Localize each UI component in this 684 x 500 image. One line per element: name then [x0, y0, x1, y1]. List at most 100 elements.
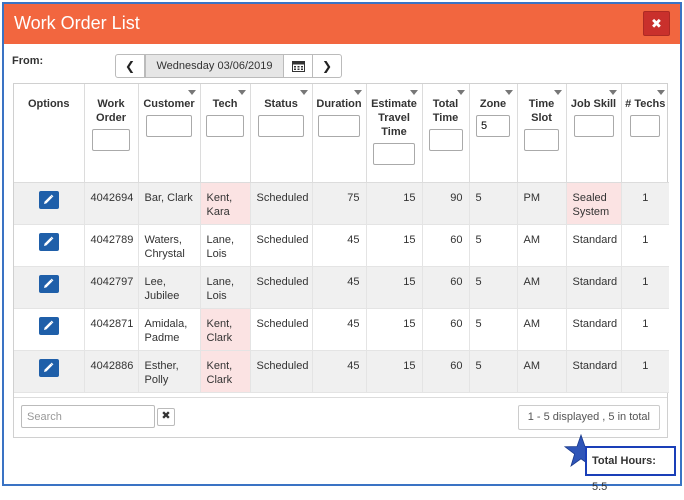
chevron-down-icon[interactable]	[504, 90, 513, 95]
chevron-down-icon[interactable]	[299, 90, 308, 95]
column-header-num-techs[interactable]: # Techs	[621, 84, 669, 183]
next-date-button[interactable]: ❯	[312, 54, 342, 78]
table-row[interactable]: 4042871 Amidala, Padme Kent, Clark Sched…	[14, 308, 669, 351]
total-time-cell: 60	[422, 308, 470, 351]
column-header-status[interactable]: Status	[250, 84, 313, 183]
status-cell: Scheduled	[250, 350, 313, 393]
options-cell	[14, 266, 85, 309]
filter-travel-input[interactable]	[373, 143, 415, 165]
edit-button[interactable]	[38, 190, 59, 209]
column-label: # Techs	[625, 98, 666, 110]
pencil-icon	[44, 320, 54, 330]
column-header-duration[interactable]: Duration	[312, 84, 367, 183]
edit-button[interactable]	[38, 358, 59, 377]
work-order-grid: Options Work Order Customer Tech Status …	[13, 83, 669, 438]
clear-search-button[interactable]: ✖	[157, 408, 175, 426]
total-hours-box: Total Hours: 5.5	[585, 446, 676, 493]
column-label: Duration	[316, 98, 362, 110]
column-label: Total Time	[432, 98, 459, 124]
num-techs-cell: 1	[621, 182, 669, 225]
work-order-cell: 4042886	[84, 350, 139, 393]
options-cell	[14, 224, 85, 267]
chevron-down-icon[interactable]	[237, 90, 246, 95]
filter-duration-input[interactable]	[318, 115, 360, 137]
zone-cell: 5	[469, 266, 518, 309]
pencil-icon	[44, 278, 54, 288]
calendar-icon	[291, 61, 305, 72]
close-button[interactable]: ✖	[643, 11, 670, 36]
search-input[interactable]	[21, 405, 155, 428]
time-slot-cell: PM	[517, 182, 567, 225]
table-row[interactable]: 4042789 Waters, Chrystal Lane, Lois Sche…	[14, 224, 669, 267]
tech-cell: Lane, Lois	[200, 224, 251, 267]
header-row: Options Work Order Customer Tech Status …	[14, 84, 669, 183]
column-label: Zone	[479, 98, 507, 110]
tech-cell: Kent, Clark	[200, 308, 251, 351]
column-header-tech[interactable]: Tech	[200, 84, 251, 183]
table-row[interactable]: 4042886 Esther, Polly Kent, Clark Schedu…	[14, 350, 669, 393]
chevron-down-icon[interactable]	[187, 90, 196, 95]
chevron-down-icon[interactable]	[657, 90, 665, 95]
filter-time-slot-input[interactable]	[524, 129, 559, 151]
filter-tech-input[interactable]	[206, 115, 244, 137]
edit-button[interactable]	[38, 274, 59, 293]
column-header-time-slot[interactable]: Time Slot	[517, 84, 567, 183]
previous-date-button[interactable]: ❮	[115, 54, 145, 78]
column-label: Work Order	[96, 98, 126, 124]
travel-time-cell: 15	[366, 308, 423, 351]
travel-time-cell: 15	[366, 266, 423, 309]
edit-button[interactable]	[38, 316, 59, 335]
column-label: Tech	[212, 98, 238, 110]
table-row[interactable]: 4042694 Bar, Clark Kent, Kara Scheduled …	[14, 182, 669, 225]
total-hours-value: 5.5	[592, 481, 608, 493]
job-skill-cell: Standard	[566, 266, 622, 309]
column-header-zone[interactable]: Zone	[469, 84, 518, 183]
total-time-cell: 60	[422, 350, 470, 393]
chevron-right-icon: ❯	[321, 59, 333, 73]
pencil-icon	[44, 236, 54, 246]
duration-cell: 45	[312, 350, 367, 393]
status-cell: Scheduled	[250, 224, 313, 267]
chevron-down-icon[interactable]	[608, 90, 617, 95]
close-icon: ✖	[161, 410, 171, 422]
status-cell: Scheduled	[250, 266, 313, 309]
tech-cell: Lane, Lois	[200, 266, 251, 309]
column-header-customer[interactable]: Customer	[138, 84, 201, 183]
chevron-left-icon: ❮	[124, 59, 136, 73]
travel-time-cell: 15	[366, 350, 423, 393]
filter-job-skill-input[interactable]	[573, 115, 614, 137]
edit-button[interactable]	[38, 232, 59, 251]
filter-num-techs-input[interactable]	[630, 115, 661, 137]
dialog-titlebar: Work Order List ✖	[4, 4, 680, 44]
num-techs-cell: 1	[621, 224, 669, 267]
num-techs-cell: 1	[621, 308, 669, 351]
filter-status-input[interactable]	[258, 115, 304, 137]
filter-total-input[interactable]	[428, 129, 463, 151]
chevron-down-icon[interactable]	[456, 90, 465, 95]
chevron-down-icon[interactable]	[353, 90, 362, 95]
job-skill-cell: Sealed System	[566, 182, 622, 225]
filter-zone-input[interactable]	[476, 115, 510, 137]
calendar-button[interactable]	[283, 54, 312, 78]
travel-time-cell: 15	[366, 182, 423, 225]
chevron-down-icon[interactable]	[553, 90, 562, 95]
filter-work-order-input[interactable]	[92, 129, 130, 151]
tech-cell: Kent, Clark	[200, 350, 251, 393]
from-label: From:	[12, 55, 44, 67]
zone-cell: 5	[469, 224, 518, 267]
duration-cell: 75	[312, 182, 367, 225]
chevron-down-icon[interactable]	[409, 90, 418, 95]
close-icon: ✖	[651, 16, 662, 31]
table-row[interactable]: 4042797 Lee, Jubilee Lane, Lois Schedule…	[14, 266, 669, 309]
column-label: Options	[27, 98, 70, 110]
column-header-estimate-travel-time[interactable]: Estimate Travel Time	[366, 84, 423, 183]
date-display: Wednesday 03/06/2019	[145, 54, 283, 78]
column-label: Customer	[143, 98, 195, 110]
customer-cell: Esther, Polly	[138, 350, 201, 393]
column-header-job-skill[interactable]: Job Skill	[566, 84, 622, 183]
column-header-total-time[interactable]: Total Time	[422, 84, 470, 183]
total-time-cell: 60	[422, 224, 470, 267]
column-header-work-order: Work Order	[84, 84, 139, 183]
filter-customer-input[interactable]	[146, 115, 192, 137]
paging-info: 1 - 5 displayed , 5 in total	[517, 405, 660, 430]
